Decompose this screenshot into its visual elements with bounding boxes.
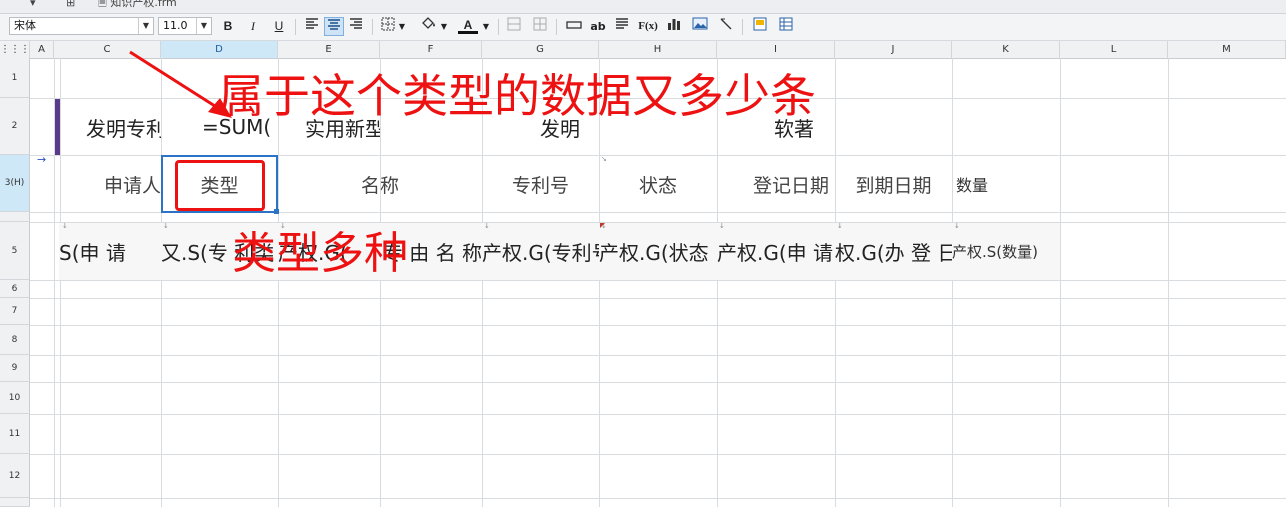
annotation-top-text: 属于这个类型的数据又多少条	[218, 69, 816, 123]
annotation-middle-text: 类型多种	[232, 228, 408, 279]
